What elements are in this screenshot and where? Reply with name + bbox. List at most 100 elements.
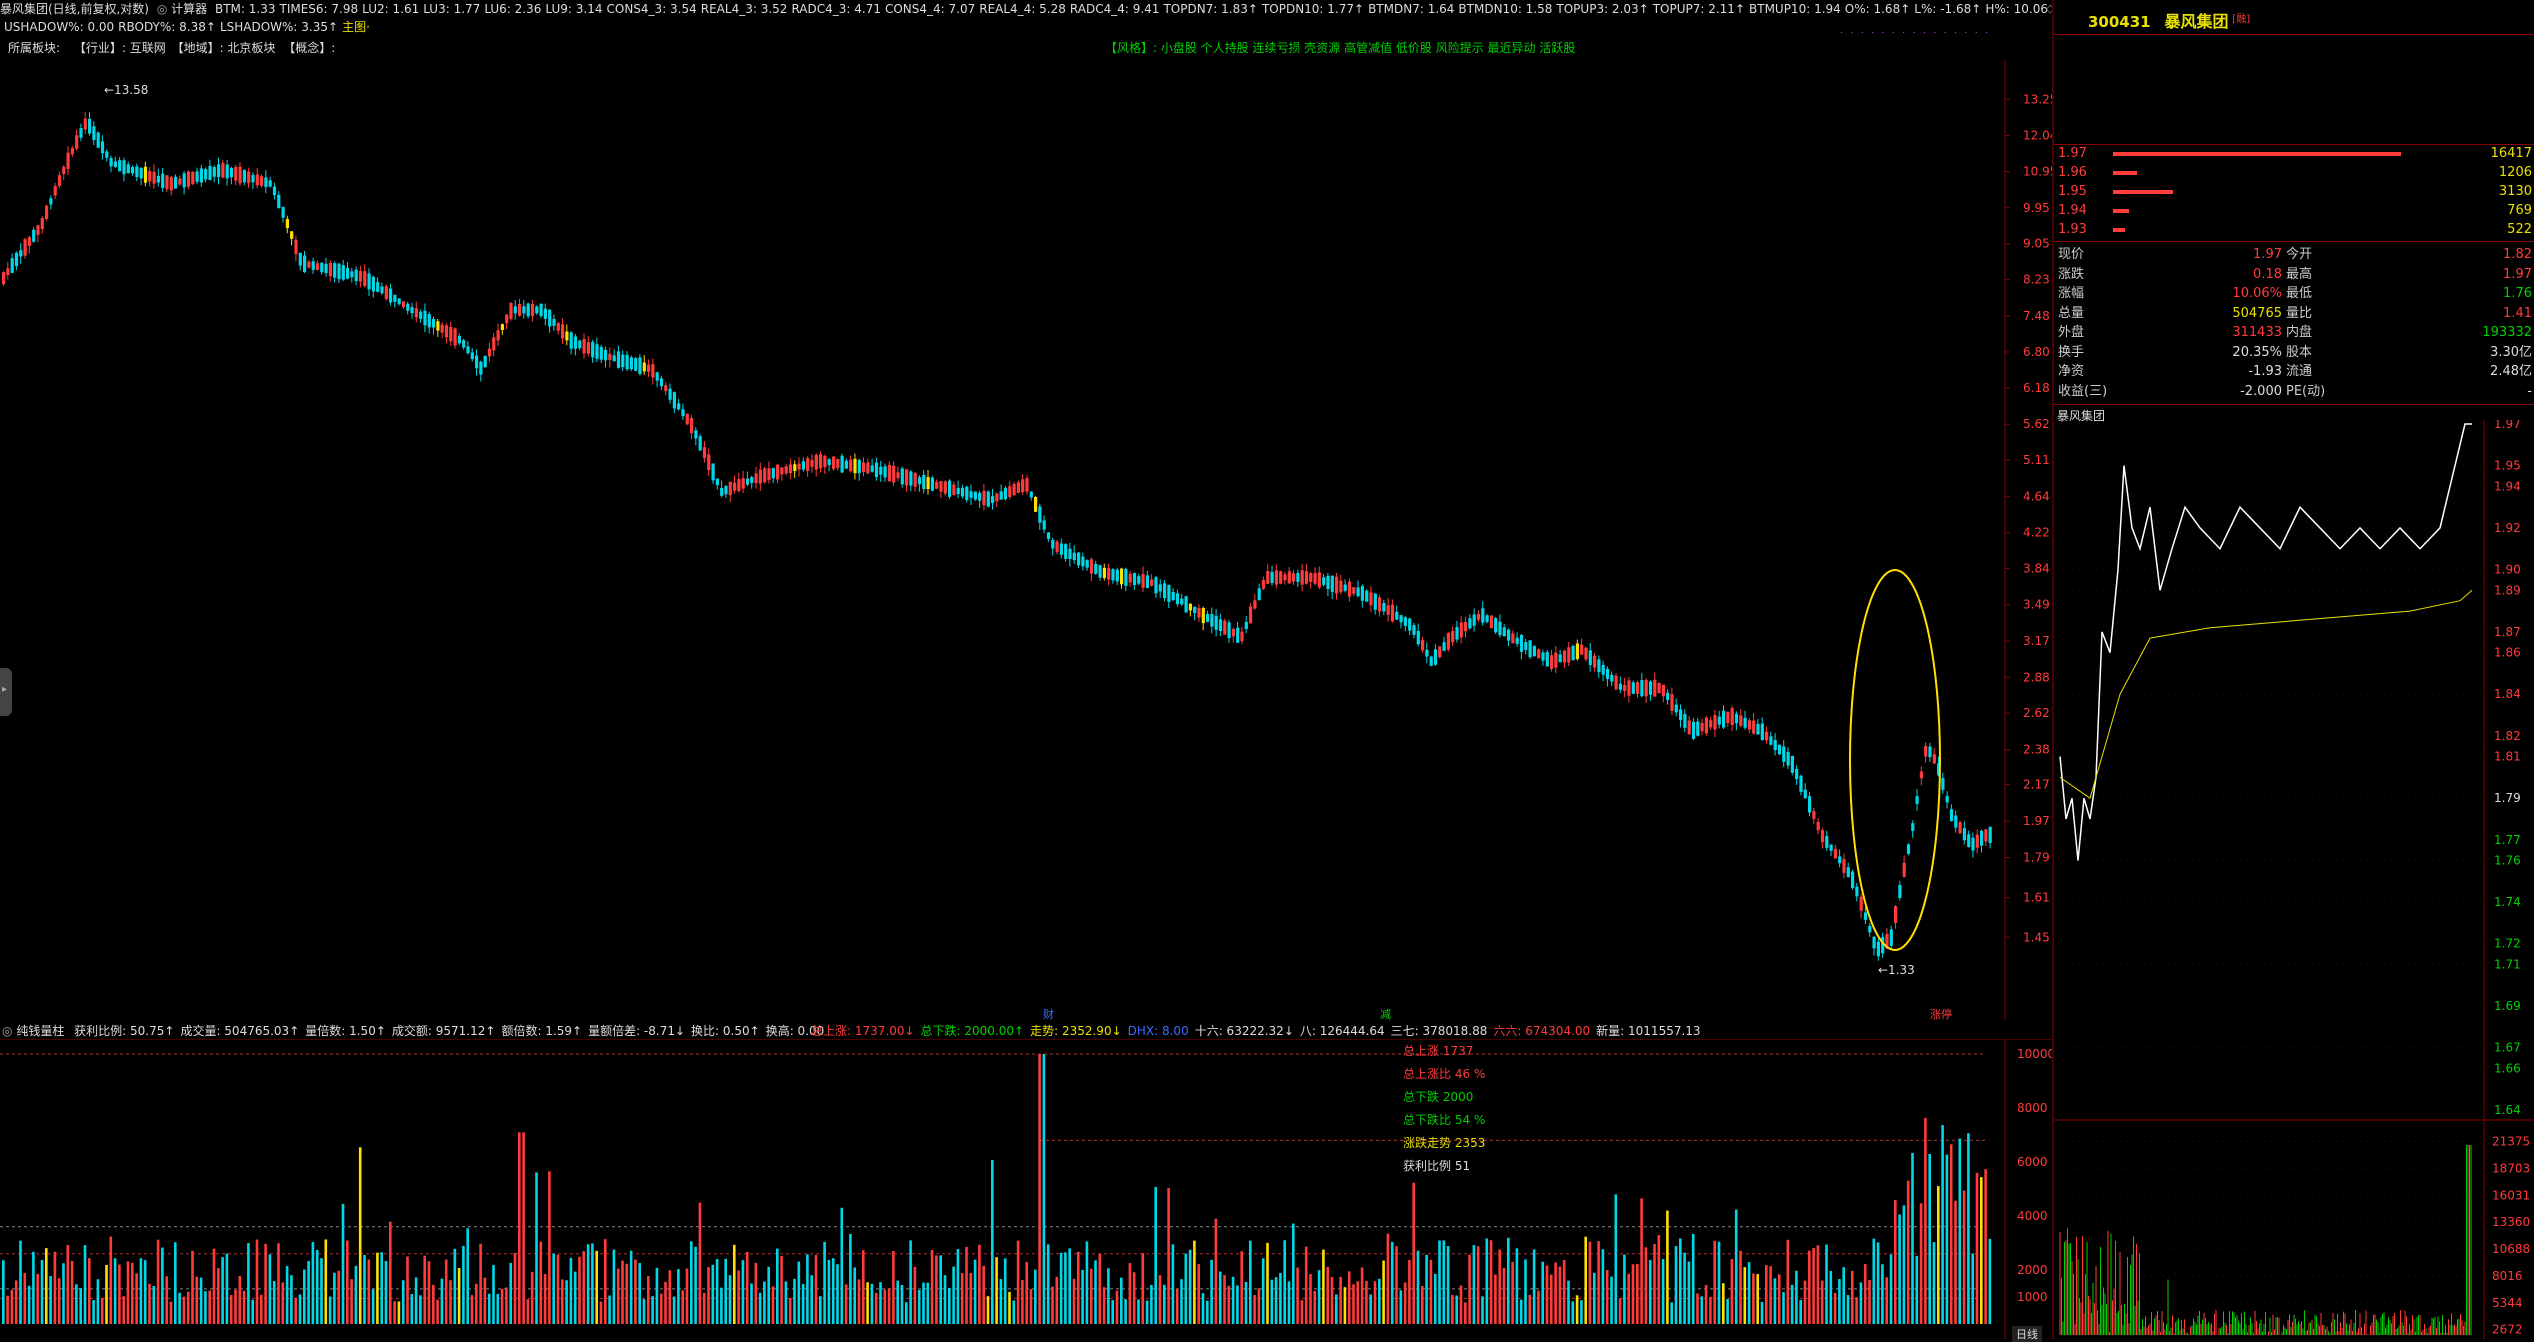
candle-body bbox=[406, 303, 410, 311]
orderbook-row[interactable]: 1.97 16417 bbox=[2058, 145, 2532, 163]
volume-bar bbox=[1421, 1286, 1424, 1324]
volume-bar bbox=[1640, 1198, 1643, 1324]
param-0: 获利比例: 50.75↑ bbox=[74, 1024, 175, 1038]
volume-bar bbox=[1756, 1274, 1759, 1324]
volume-bar bbox=[1790, 1284, 1794, 1324]
calc-button[interactable]: 计算器 bbox=[171, 2, 207, 16]
candle-body bbox=[913, 472, 917, 487]
volume-bar bbox=[634, 1259, 637, 1324]
orderbook-row[interactable]: 1.93 522 bbox=[2058, 221, 2532, 239]
candle-body bbox=[1270, 571, 1274, 583]
candle-body bbox=[831, 456, 836, 469]
volume-bar bbox=[1881, 1264, 1884, 1324]
candle-body bbox=[53, 186, 57, 196]
candle-body bbox=[1390, 604, 1395, 622]
volume-bar bbox=[92, 1300, 95, 1324]
kline-chart[interactable]: 13.25 12.04 10.95 9.95 9.05 8.23 7.48 6.80 6.18 5… bbox=[0, 60, 2052, 1020]
volume-chart[interactable]: 10000 8000 6000 4000 2000 1000 bbox=[0, 1039, 2052, 1339]
volume-bar bbox=[66, 1244, 70, 1324]
intraday-tick-label: 1.79 bbox=[2494, 791, 2521, 805]
volume-bar bbox=[247, 1243, 250, 1324]
orderbook-row[interactable]: 1.96 1206 bbox=[2058, 164, 2532, 182]
intraday-chart[interactable]: 1.97 1.95 1.94 1.92 1.90 1.89 1.87 1.86 1.84 1.82… bbox=[2054, 420, 2534, 1339]
candle-body bbox=[750, 476, 754, 483]
candle-body bbox=[135, 166, 139, 178]
volume-bar bbox=[793, 1278, 796, 1324]
volume-bar bbox=[195, 1276, 199, 1324]
ob-price: 1.94 bbox=[2058, 203, 2087, 218]
candle-body bbox=[40, 217, 44, 230]
candle-body bbox=[586, 342, 590, 354]
intraday-vol-label: 18703 bbox=[2492, 1161, 2530, 1175]
candle-body bbox=[320, 262, 324, 273]
candle-body bbox=[191, 171, 195, 184]
volume-bar bbox=[625, 1263, 629, 1324]
param-4: 十六: 63222.32↓ bbox=[1194, 1024, 1294, 1038]
candle-body bbox=[1335, 576, 1339, 594]
volume-bar bbox=[1261, 1258, 1265, 1324]
volume-bar bbox=[1317, 1270, 1321, 1324]
sector-concept[interactable]: 【概念】: bbox=[283, 41, 335, 55]
volume-bar bbox=[1266, 1242, 1269, 1324]
volume-bar bbox=[1554, 1262, 1557, 1324]
volume-bar bbox=[1937, 1186, 1940, 1324]
candle-body bbox=[1068, 548, 1072, 560]
volume-bar bbox=[1171, 1244, 1175, 1324]
volume-bar bbox=[401, 1280, 405, 1324]
orderbook-row[interactable]: 1.95 3130 bbox=[2058, 183, 2532, 201]
candle-body bbox=[578, 340, 582, 349]
orderbook-row[interactable]: 1.94 769 bbox=[2058, 202, 2532, 220]
volume-bar bbox=[702, 1292, 706, 1324]
volume-bar bbox=[1597, 1241, 1600, 1324]
candle-body bbox=[1575, 643, 1579, 660]
volume-bar bbox=[423, 1255, 426, 1324]
volume-bar bbox=[1687, 1261, 1691, 1324]
param-19: O%: 1.68↑ bbox=[1844, 2, 1911, 16]
calc-icon[interactable]: ◎ bbox=[157, 2, 167, 16]
candle-body bbox=[522, 306, 526, 314]
volume-bar bbox=[1700, 1296, 1704, 1324]
quote-value-2: 1.82 bbox=[2503, 247, 2532, 262]
collapse-handle[interactable]: ▸ bbox=[0, 668, 12, 716]
volume-bar bbox=[397, 1301, 401, 1324]
candle-body bbox=[1218, 619, 1223, 632]
candle-body bbox=[1795, 768, 1799, 780]
sector-region[interactable]: 【地域】: 北京板块 bbox=[172, 41, 276, 55]
candle-body bbox=[694, 430, 698, 439]
candle-body bbox=[1859, 896, 1863, 911]
sector-industry[interactable]: 【行业】: 互联网 bbox=[74, 41, 166, 55]
volume-bar bbox=[221, 1257, 224, 1324]
candle-body bbox=[1765, 731, 1769, 741]
volume-bar bbox=[1489, 1240, 1493, 1324]
candle-body bbox=[1188, 603, 1192, 611]
quote-value-2: 193332 bbox=[2482, 325, 2532, 340]
candle-body bbox=[324, 263, 328, 274]
candle-body bbox=[1154, 577, 1158, 594]
volume-bar bbox=[1326, 1266, 1329, 1324]
indicator-settings-icon[interactable]: ◎ bbox=[2, 1024, 12, 1038]
candle-body bbox=[1201, 607, 1205, 624]
volume-bar bbox=[298, 1294, 302, 1324]
candle-body bbox=[1283, 574, 1287, 581]
volume-bar bbox=[1008, 1291, 1011, 1324]
volume-bar bbox=[1967, 1133, 1970, 1324]
candle-body bbox=[1378, 597, 1382, 612]
candle-body bbox=[358, 270, 363, 282]
candle-body bbox=[647, 364, 651, 372]
volume-bar bbox=[763, 1281, 766, 1324]
candle-body bbox=[247, 171, 251, 184]
volume-bar bbox=[874, 1292, 878, 1324]
param-1: 成交量: 504765.03↑ bbox=[180, 1024, 300, 1038]
volume-bar bbox=[1541, 1261, 1544, 1324]
candle-body bbox=[363, 271, 367, 286]
volume-bar bbox=[1206, 1300, 1209, 1324]
indicator-name[interactable]: 纯钱量柱 bbox=[16, 1024, 64, 1038]
param-5: LU9: 3.14 bbox=[545, 2, 603, 16]
intraday-tick-label: 1.87 bbox=[2494, 625, 2521, 639]
volume-bar bbox=[1494, 1274, 1497, 1324]
candle-body bbox=[1640, 680, 1644, 697]
volume-bar bbox=[608, 1295, 611, 1324]
volume-bar bbox=[883, 1289, 887, 1324]
volume-bar bbox=[1846, 1295, 1850, 1324]
candle-body bbox=[887, 464, 891, 482]
